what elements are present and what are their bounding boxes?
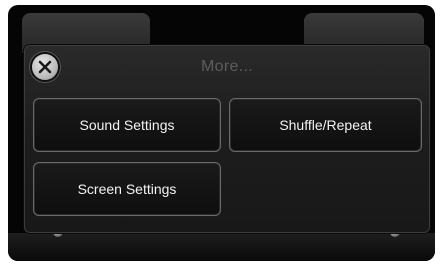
dialog-title: More... <box>201 58 253 75</box>
shuffle-repeat-label: Shuffle/Repeat <box>279 117 372 133</box>
more-dialog: More... Sound Settings Shuffle/Repeat Sc… <box>24 45 430 233</box>
screen-bottom-bar <box>8 233 435 261</box>
sound-settings-button[interactable]: Sound Settings <box>33 98 221 152</box>
screen-settings-button[interactable]: Screen Settings <box>33 162 221 216</box>
screen-settings-label: Screen Settings <box>77 181 177 197</box>
sound-settings-label: Sound Settings <box>79 117 175 133</box>
shuffle-repeat-button[interactable]: Shuffle/Repeat <box>229 98 422 152</box>
